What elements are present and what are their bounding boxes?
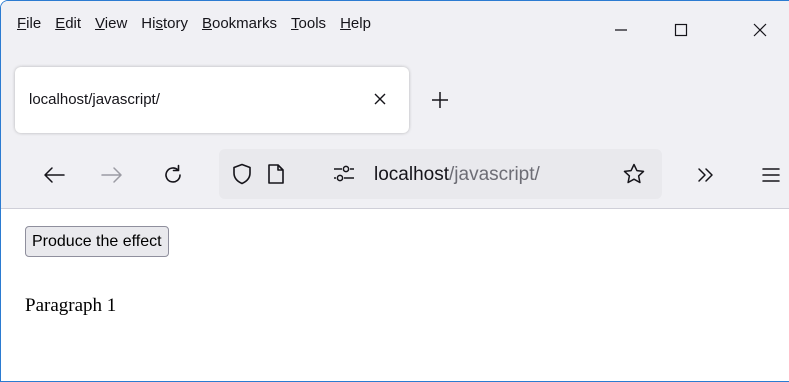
arrow-left-icon [43, 166, 65, 184]
site-info-button[interactable] [259, 157, 293, 191]
bookmark-star-button[interactable] [617, 157, 651, 191]
permissions-icon [332, 165, 356, 183]
page-content: Produce the effect Paragraph 1 [1, 209, 789, 381]
maximize-icon [674, 23, 688, 37]
page-icon [267, 163, 285, 185]
maximize-button[interactable] [651, 14, 711, 46]
menu-bookmarks[interactable]: Bookmarks [195, 1, 284, 47]
menu-history[interactable]: History [134, 1, 195, 47]
menu-file[interactable]: File [10, 1, 48, 47]
paragraph-1: Paragraph 1 [25, 295, 117, 316]
reload-button[interactable] [156, 158, 190, 192]
tracking-protection-button[interactable] [225, 157, 259, 191]
new-tab-button[interactable] [425, 85, 455, 115]
menu-view[interactable]: View [88, 1, 134, 47]
menu-tools[interactable]: Tools [284, 1, 333, 47]
shield-icon [232, 163, 252, 185]
browser-chrome: File Edit View History Bookmarks Tools H… [1, 1, 789, 208]
menu-edit[interactable]: Edit [48, 1, 88, 47]
star-icon [622, 162, 646, 186]
browser-window: File Edit View History Bookmarks Tools H… [0, 0, 789, 382]
url-bar[interactable]: localhost/javascript/ [219, 149, 662, 199]
overflow-menu-button[interactable] [689, 158, 723, 192]
hamburger-menu-icon [761, 166, 781, 184]
navigation-toolbar: localhost/javascript/ [1, 141, 789, 208]
menu-bar: File Edit View History Bookmarks Tools H… [1, 1, 789, 63]
forward-button[interactable] [95, 158, 129, 192]
menu-help[interactable]: Help [333, 1, 378, 47]
menu: File Edit View History Bookmarks Tools H… [1, 1, 378, 61]
tab-active[interactable]: localhost/javascript/ [15, 67, 409, 133]
url-text[interactable]: localhost/javascript/ [374, 164, 540, 186]
tab-close-button[interactable] [367, 86, 393, 112]
minimize-icon [614, 23, 628, 37]
permissions-button[interactable] [327, 157, 361, 191]
reload-icon [162, 164, 184, 186]
app-menu-button[interactable] [754, 158, 788, 192]
produce-effect-button[interactable]: Produce the effect [25, 226, 169, 257]
close-icon [752, 22, 768, 38]
url-path: /javascript/ [449, 164, 540, 185]
arrow-right-icon [101, 166, 123, 184]
minimize-button[interactable] [591, 14, 651, 46]
tab-title: localhost/javascript/ [29, 91, 160, 108]
close-window-button[interactable] [730, 14, 789, 46]
chevron-double-right-icon [696, 166, 716, 184]
back-button[interactable] [37, 158, 71, 192]
close-icon [373, 92, 387, 106]
url-host: localhost [374, 164, 449, 185]
plus-icon [431, 91, 449, 109]
